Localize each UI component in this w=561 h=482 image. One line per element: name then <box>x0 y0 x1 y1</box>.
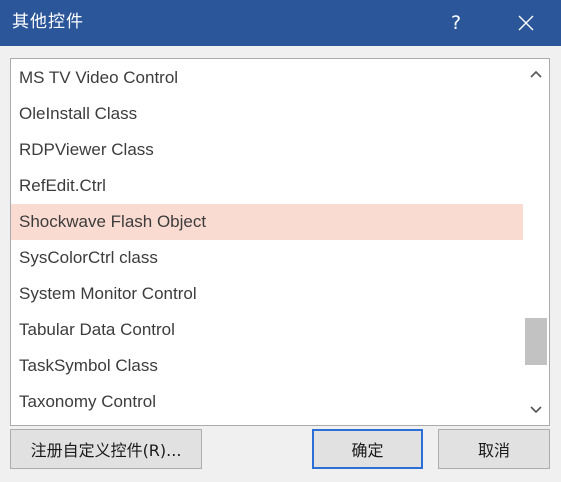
scroll-up-button[interactable] <box>523 61 549 87</box>
vertical-scrollbar[interactable] <box>523 59 549 425</box>
scroll-track[interactable] <box>524 87 548 397</box>
scroll-thumb[interactable] <box>525 318 547 365</box>
list-item[interactable]: Taxonomy Control <box>11 384 523 420</box>
chevron-down-icon <box>530 406 542 414</box>
list-item[interactable]: System Monitor Control <box>11 276 523 312</box>
list-item[interactable]: OleInstall Class <box>11 96 523 132</box>
help-button[interactable]: ? <box>433 0 479 46</box>
list-item[interactable]: RDPViewer Class <box>11 132 523 168</box>
list-item[interactable]: Tabular Data Control <box>11 312 523 348</box>
cancel-button[interactable]: 取消 <box>438 429 550 469</box>
title-bar: 其他控件 ? <box>0 0 561 46</box>
list-item[interactable]: MS TV Video Control <box>11 60 523 96</box>
list-item[interactable]: Shockwave Flash Object <box>11 204 523 240</box>
list-items: MS TV Video Control OleInstall Class RDP… <box>11 60 523 420</box>
chevron-up-icon <box>530 70 542 78</box>
ok-button[interactable]: 确定 <box>312 429 423 469</box>
register-custom-control-button[interactable]: 注册自定义控件(R)... <box>10 429 202 469</box>
list-item[interactable]: SysColorCtrl class <box>11 240 523 276</box>
close-icon <box>518 15 534 31</box>
window-title: 其他控件 <box>12 12 84 32</box>
close-button[interactable] <box>503 0 549 46</box>
controls-listbox[interactable]: MS TV Video Control OleInstall Class RDP… <box>10 58 550 426</box>
list-item[interactable]: RefEdit.Ctrl <box>11 168 523 204</box>
scroll-down-button[interactable] <box>523 397 549 423</box>
dialog-body: MS TV Video Control OleInstall Class RDP… <box>0 46 561 482</box>
list-viewport: MS TV Video Control OleInstall Class RDP… <box>11 59 523 425</box>
list-item[interactable]: TaskSymbol Class <box>11 348 523 384</box>
